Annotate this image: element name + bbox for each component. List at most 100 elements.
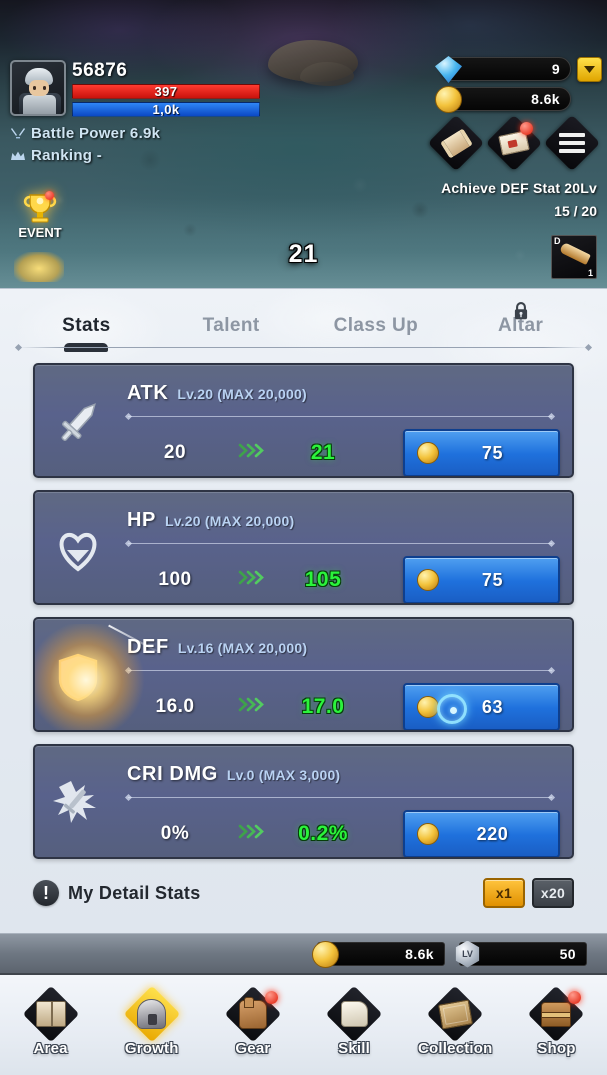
nav-item-shop[interactable]: Shop	[506, 981, 607, 1057]
quest-title: Achieve DEF Stat 20Lv	[441, 180, 597, 196]
stat-next-value: 105	[304, 568, 342, 591]
hp-bar: 397	[72, 84, 260, 99]
multiplier-group: x1 x20	[483, 878, 574, 908]
quest-tracker[interactable]: Achieve DEF Stat 20Lv 15 / 20 D 1	[417, 180, 597, 279]
battle-power-label: Battle Power 6.9k	[31, 125, 161, 142]
stat-level: Lv.0 (MAX 3,000)	[226, 767, 341, 783]
coin-icon	[417, 569, 439, 591]
tab-stats[interactable]: Stats	[14, 315, 159, 352]
mail-button[interactable]	[485, 114, 543, 172]
stat-current-value: 0%	[160, 823, 190, 844]
stat-next-value: 17.0	[301, 695, 345, 718]
ranking-label: Ranking -	[31, 147, 103, 164]
upgrade-button-hp[interactable]: 75	[403, 556, 560, 603]
mp-value: 1,0k	[152, 102, 180, 117]
stat-level: Lv.20 (MAX 20,000)	[164, 513, 295, 529]
avatar-body	[23, 95, 56, 114]
upgrade-button-cri-dmg[interactable]: 220	[403, 810, 560, 857]
stat-upgrade-list: ATK Lv.20 (MAX 20,000) 20 21 75 HP Lv.20…	[0, 348, 607, 859]
stat-current-value: 100	[158, 569, 192, 590]
nav-item-growth[interactable]: Growth	[101, 981, 202, 1057]
tab-altar[interactable]: Altar	[448, 302, 593, 347]
scroll-button[interactable]	[427, 114, 485, 172]
stat-current-value: 16.0	[155, 696, 195, 717]
stat-name: ATK	[127, 382, 169, 404]
stat-divider	[128, 670, 552, 671]
quest-reward-item[interactable]: D 1	[551, 235, 597, 279]
event-notification-dot	[45, 191, 54, 200]
event-button[interactable]: EVENT	[12, 191, 68, 240]
quest-progress: 15 / 20	[554, 203, 597, 219]
bottom-navigation: Area Growth Gear Skill Collection Shop	[0, 975, 607, 1075]
menu-button[interactable]	[543, 114, 601, 172]
event-reward-button[interactable]	[14, 252, 66, 286]
upgrade-price: 75	[481, 442, 504, 463]
nav-item-collection[interactable]: Collection	[405, 981, 506, 1057]
lock-icon	[514, 302, 527, 320]
coin-icon	[312, 940, 339, 968]
collapse-hud-button[interactable]	[577, 57, 602, 82]
tab-label: Stats	[62, 315, 111, 336]
rock-prop-small	[300, 62, 354, 86]
my-detail-stats-label[interactable]: My Detail Stats	[68, 883, 201, 904]
multiplier-x20[interactable]: x20	[532, 878, 574, 908]
stat-row-cri-dmg[interactable]: CRI DMG Lv.0 (MAX 3,000) 0% 0.2% 220	[33, 744, 574, 859]
upgrade-price: 63	[481, 696, 504, 717]
stat-divider	[128, 797, 552, 798]
glowing-reward-icon	[14, 252, 64, 282]
avatar-eye-left	[33, 86, 36, 90]
menu-icon	[559, 129, 585, 157]
stat-next-value: 21	[310, 441, 336, 464]
stat-divider	[128, 416, 552, 417]
crown-icon	[11, 151, 25, 160]
panel-tabs: Stats Talent Class Up Altar	[0, 289, 607, 352]
reward-grade: D	[554, 236, 561, 246]
reward-quantity: 1	[587, 268, 593, 278]
currency-stack: 9 8.6k	[435, 56, 571, 117]
gear-notification-dot	[264, 991, 278, 1004]
tab-talent[interactable]: Talent	[159, 315, 304, 347]
nav-item-skill[interactable]: Skill	[304, 981, 405, 1057]
hp-value: 397	[154, 84, 178, 99]
upgrade-button-atk[interactable]: 75	[403, 429, 560, 476]
nav-item-area[interactable]: Area	[0, 981, 101, 1057]
multiplier-x1[interactable]: x1	[483, 878, 525, 908]
gem-currency[interactable]: 9	[435, 56, 571, 83]
stat-row-def[interactable]: DEF Lv.16 (MAX 20,000) 16.0 17.0 63	[33, 617, 574, 732]
heart-icon	[47, 519, 109, 581]
stat-row-hp[interactable]: HP Lv.20 (MAX 20,000) 100 105 75	[33, 490, 574, 605]
glove-icon	[238, 996, 267, 1029]
event-label: EVENT	[18, 225, 62, 240]
upgrade-price: 75	[481, 569, 504, 590]
nav-item-gear[interactable]: Gear	[202, 981, 303, 1057]
coin-icon	[435, 86, 462, 113]
skill-scroll-icon	[340, 1001, 368, 1027]
battle-power-row: Battle Power 6.9k	[10, 125, 260, 142]
tab-label: Class Up	[333, 315, 419, 336]
upgrade-arrows-icon	[223, 697, 281, 717]
helmet-icon	[137, 999, 167, 1029]
game-world-viewport[interactable]: 21 56876 397 1,0k Battle Power 6.9k Rank…	[0, 0, 607, 288]
bottom-currency-bar: 8.6k LV 50	[0, 933, 607, 975]
avatar[interactable]	[10, 60, 66, 116]
mail-notification-dot	[520, 122, 533, 135]
upgrade-button-def[interactable]: 63	[403, 683, 560, 730]
stat-current-value: 20	[163, 442, 187, 463]
bottom-level-indicator[interactable]: LV 50	[455, 940, 587, 968]
growth-panel: Stats Talent Class Up Altar ATK Lv.20 (M…	[0, 288, 607, 933]
coin-icon	[417, 823, 439, 845]
chest-icon	[541, 1001, 572, 1027]
upgrade-arrows-icon	[223, 443, 281, 463]
bottom-coin-currency[interactable]: 8.6k	[312, 940, 445, 968]
tab-class-up[interactable]: Class Up	[304, 315, 449, 347]
gem-value: 9	[551, 61, 560, 77]
stat-name: CRI DMG	[127, 763, 218, 785]
shield-icon	[47, 646, 109, 708]
player-info-card[interactable]: 56876 397 1,0k Battle Power 6.9k Ranking…	[10, 60, 260, 164]
coin-icon	[417, 696, 439, 718]
stat-row-atk[interactable]: ATK Lv.20 (MAX 20,000) 20 21 75	[33, 363, 574, 478]
stat-level: Lv.20 (MAX 20,000)	[177, 386, 307, 402]
coin-currency[interactable]: 8.6k	[435, 86, 571, 113]
map-book-icon	[35, 1001, 66, 1027]
upgrade-arrows-icon	[223, 824, 281, 844]
